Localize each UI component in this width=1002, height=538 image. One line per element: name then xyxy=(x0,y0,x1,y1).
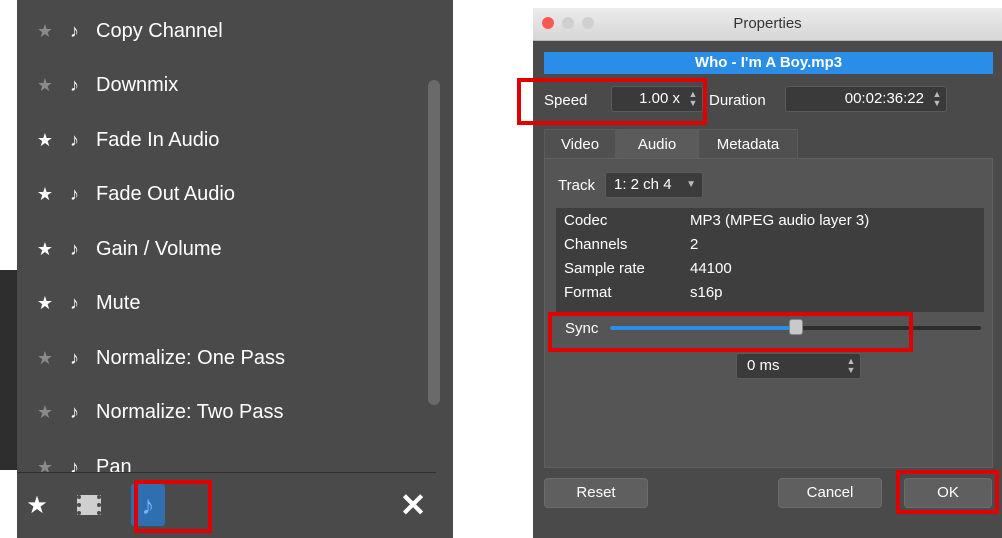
filter-item[interactable]: ★ ♪ Downmix xyxy=(17,59,427,113)
audio-tab-panel xyxy=(544,158,993,468)
favorite-star-icon[interactable]: ★ xyxy=(34,348,56,369)
tab-audio[interactable]: Audio xyxy=(616,129,698,159)
favorite-star-icon[interactable]: ★ xyxy=(34,293,56,314)
sync-slider[interactable] xyxy=(610,319,981,335)
filter-label: Normalize: One Pass xyxy=(96,346,285,369)
dialog-title: Properties xyxy=(733,15,802,32)
track-value: 1: 2 ch 4 xyxy=(614,176,672,193)
filter-item[interactable]: ★ ♪ Fade In Audio xyxy=(17,113,427,167)
music-note-icon: ♪ xyxy=(70,456,79,477)
music-note-icon: ♪ xyxy=(70,347,79,368)
info-key: Channels xyxy=(564,236,628,253)
music-note-icon: ♪ xyxy=(70,184,79,204)
info-value: MP3 (MPEG audio layer 3) xyxy=(690,212,870,229)
filter-label: Fade In Audio xyxy=(96,128,220,151)
music-note-icon: ♪ xyxy=(70,129,79,150)
music-note-icon: ♪ xyxy=(70,75,79,95)
filters-panel: ★ ♪ Copy Channel ★ ♪ Downmix ★ ♪ Fade In Audio ★ ♪… xyxy=(17,0,453,538)
speed-spinbox[interactable]: 1.00 x ▲ ▼ xyxy=(611,86,703,112)
favorite-star-icon[interactable]: ★ xyxy=(34,130,56,151)
music-note-icon: ♪ xyxy=(70,293,79,313)
sync-slider-fill xyxy=(610,326,796,330)
cancel-button[interactable]: Cancel xyxy=(778,478,882,508)
tab-metadata[interactable]: Metadata xyxy=(698,129,798,159)
tab-video[interactable]: Video xyxy=(544,129,616,159)
reset-button[interactable]: Reset xyxy=(544,478,648,508)
filter-label: Copy Channel xyxy=(96,19,223,42)
file-name-banner: Who - I'm A Boy.mp3 xyxy=(544,52,993,74)
filter-label: Normalize: Two Pass xyxy=(96,401,284,423)
filter-item[interactable]: ★ ♪ Normalize: One Pass xyxy=(17,331,427,385)
music-note-icon: ♪ xyxy=(70,20,79,41)
favorite-star-icon[interactable]: ★ xyxy=(34,402,56,423)
film-icon xyxy=(77,495,101,515)
info-value: 2 xyxy=(690,236,699,253)
filter-item[interactable]: ★ ♪ Normalize: Two Pass xyxy=(17,386,427,440)
ok-button[interactable]: OK xyxy=(904,478,992,508)
duration-spinbox[interactable]: 00:02:36:22 ▲ ▼ xyxy=(785,86,947,112)
properties-dialog: Properties Who - I'm A Boy.mp3 Speed 1.0… xyxy=(533,8,1002,538)
music-note-icon: ♪ xyxy=(70,238,79,259)
close-icon: ✕ xyxy=(399,487,427,523)
filter-item[interactable]: ★ ♪ Fade Out Audio xyxy=(17,168,427,222)
info-key: Sample rate xyxy=(564,260,645,277)
audio-info-box: Codec MP3 (MPEG audio layer 3) Channels … xyxy=(556,208,984,312)
close-button[interactable]: ✕ xyxy=(398,480,428,530)
info-key: Codec xyxy=(564,212,608,229)
speed-value: 1.00 x xyxy=(639,90,680,107)
filter-label: Gain / Volume xyxy=(96,237,222,260)
speed-stepper-icon[interactable]: ▲ ▼ xyxy=(687,90,699,108)
toolbar-divider xyxy=(17,472,436,473)
speed-label: Speed xyxy=(544,92,588,109)
favorites-button[interactable]: ★ xyxy=(22,480,52,530)
favorite-star-icon[interactable]: ★ xyxy=(34,184,56,205)
left-edge-strip xyxy=(0,270,17,470)
favorite-star-icon[interactable]: ★ xyxy=(34,21,56,42)
info-value: 44100 xyxy=(690,260,732,277)
music-note-icon: ♪ xyxy=(70,402,79,422)
info-value: s16p xyxy=(690,284,723,301)
info-key: Format xyxy=(564,284,612,301)
duration-label: Duration xyxy=(709,92,766,109)
favorite-star-icon[interactable]: ★ xyxy=(34,239,56,260)
filter-label: Pan xyxy=(96,455,132,478)
filter-label: Fade Out Audio xyxy=(96,183,235,205)
track-label: Track xyxy=(558,177,595,194)
sync-ms-value: 0 ms xyxy=(747,357,780,374)
music-note-icon: ♪ xyxy=(141,489,155,520)
favorite-star-icon[interactable]: ★ xyxy=(34,457,56,478)
dialog-titlebar: Properties xyxy=(533,8,1002,41)
filter-label: Mute xyxy=(96,292,141,314)
filter-list-scrollbar[interactable] xyxy=(428,80,440,405)
sync-slider-handle[interactable] xyxy=(788,319,803,335)
star-icon: ★ xyxy=(26,491,48,519)
audio-filters-button[interactable]: ♪ xyxy=(131,484,165,526)
video-filters-button[interactable] xyxy=(74,480,104,530)
track-select[interactable]: 1: 2 ch 4 ▼ xyxy=(605,172,703,198)
sync-label: Sync xyxy=(565,320,599,337)
filter-label: Downmix xyxy=(96,74,179,96)
duration-stepper-icon[interactable]: ▲ ▼ xyxy=(931,90,943,108)
sync-ms-spinbox[interactable]: 0 ms ▲ ▼ xyxy=(736,353,861,379)
filter-item[interactable]: ★ ♪ Copy Channel xyxy=(17,4,427,58)
duration-value: 00:02:36:22 xyxy=(844,90,924,107)
filter-item[interactable]: ★ ♪ Mute xyxy=(17,277,427,331)
chevron-down-icon: ▼ xyxy=(686,179,696,190)
filter-item[interactable]: ★ ♪ Gain / Volume xyxy=(17,222,427,276)
favorite-star-icon[interactable]: ★ xyxy=(34,75,56,96)
sync-stepper-icon[interactable]: ▲ ▼ xyxy=(845,357,857,375)
